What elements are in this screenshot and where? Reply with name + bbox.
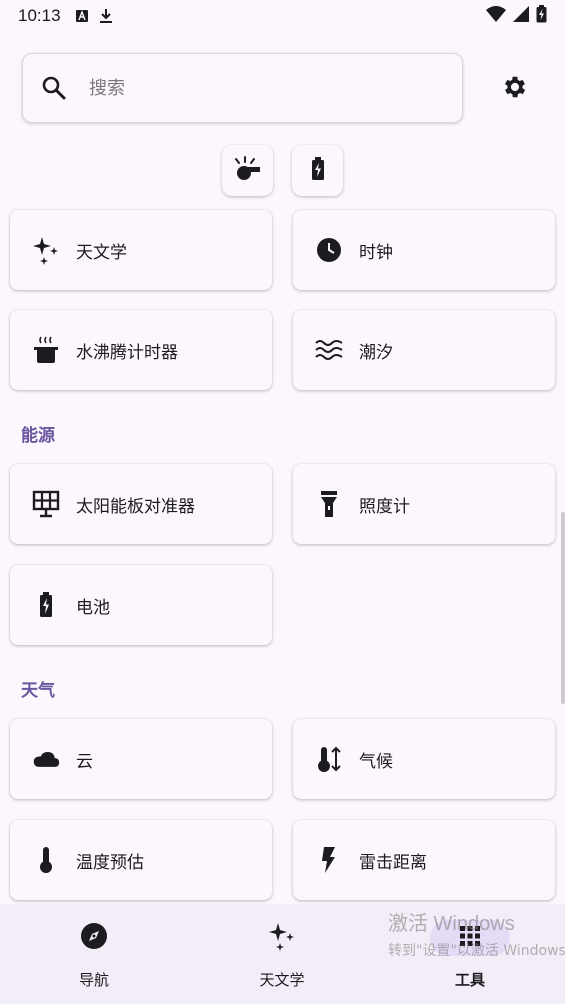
thermometer-arrows-icon (315, 745, 343, 773)
tool-card-lightning-distance[interactable]: 雷击距离 (293, 820, 555, 900)
nav-item-tools[interactable]: 工具 (376, 904, 564, 1004)
nav-label: 工具 (454, 971, 485, 989)
whistle-icon (233, 155, 263, 186)
tool-card-light-meter[interactable]: 照度计 (293, 464, 555, 544)
battery-icon (32, 591, 60, 619)
tool-label: 温度预估 (76, 852, 144, 873)
tool-label: 太阳能板对准器 (76, 496, 195, 517)
settings-button[interactable] (494, 68, 536, 110)
tool-card-clock[interactable]: 时钟 (293, 210, 555, 290)
tool-card-tides[interactable]: 潮汐 (293, 310, 555, 390)
thermometer-icon (32, 846, 60, 874)
solar-panel-icon (32, 490, 60, 518)
sparkles-icon (268, 921, 296, 955)
whistle-button[interactable] (222, 145, 273, 196)
tool-label: 潮汐 (359, 342, 393, 363)
tool-card-temperature-estimate[interactable]: 温度预估 (10, 820, 272, 900)
cloud-icon (32, 745, 60, 773)
tool-label: 气候 (359, 751, 393, 772)
compass-icon (80, 922, 108, 954)
tool-label: 云 (76, 751, 93, 772)
nav-item-navigation[interactable]: 导航 (0, 904, 188, 1004)
tool-label: 时钟 (359, 242, 393, 263)
waves-icon (315, 336, 343, 364)
battery-quick-button[interactable] (292, 145, 343, 196)
tool-label: 天文学 (76, 242, 127, 263)
scrollbar[interactable] (561, 512, 565, 704)
a-notification-icon (75, 9, 89, 23)
search-input[interactable] (89, 77, 429, 99)
tool-card-astronomy[interactable]: 天文学 (10, 210, 272, 290)
clock-icon (315, 236, 343, 264)
tool-card-solar-panel[interactable]: 太阳能板对准器 (10, 464, 272, 544)
section-title-energy: 能源 (21, 426, 55, 446)
tool-card-climate[interactable]: 气候 (293, 719, 555, 799)
battery-charging-icon (536, 4, 547, 28)
status-bar: 10:13 (0, 0, 565, 32)
wifi-icon (486, 5, 506, 27)
nav-label: 导航 (78, 971, 109, 989)
section-title-weather: 天气 (21, 681, 55, 701)
flashlight-icon (315, 490, 343, 518)
status-time: 10:13 (18, 6, 61, 25)
battery-icon (311, 156, 325, 185)
gear-icon (501, 73, 529, 105)
nav-label: 天文学 (259, 971, 305, 989)
tool-card-boil-timer[interactable]: 水沸腾计时器 (10, 310, 272, 390)
nav-active-indicator (430, 920, 510, 956)
tool-label: 雷击距离 (359, 852, 427, 873)
tool-label: 电池 (76, 597, 110, 618)
search-bar[interactable] (22, 53, 463, 123)
grid-icon (459, 925, 481, 951)
sparkles-icon (32, 236, 60, 265)
bottom-navigation: 导航 天文学 工具 (0, 904, 565, 1004)
tool-label: 水沸腾计时器 (76, 342, 178, 363)
tool-card-clouds[interactable]: 云 (10, 719, 272, 799)
nav-item-astronomy[interactable]: 天文学 (188, 904, 376, 1004)
signal-icon (512, 5, 530, 27)
tool-label: 照度计 (359, 496, 410, 517)
lightning-icon (315, 846, 343, 874)
pot-icon (32, 336, 60, 364)
download-icon (99, 8, 113, 24)
search-icon (41, 75, 67, 101)
tool-card-battery[interactable]: 电池 (10, 565, 272, 645)
